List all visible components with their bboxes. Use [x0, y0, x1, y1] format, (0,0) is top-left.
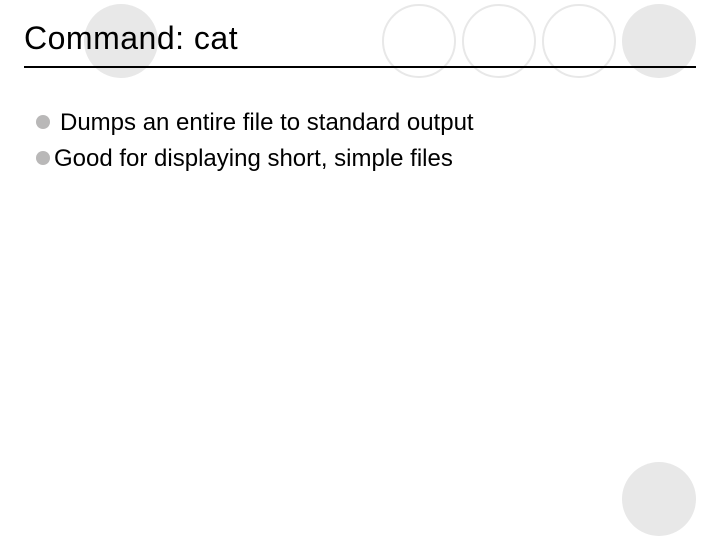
bullet-icon — [36, 151, 50, 165]
deco-circle-icon — [622, 462, 696, 536]
bullet-icon — [36, 115, 50, 129]
bullet-text: Dumps an entire file to standard output — [60, 108, 474, 138]
title-underline — [24, 66, 696, 68]
list-item: Dumps an entire file to standard output — [36, 108, 684, 138]
bullet-text: Good for displaying short, simple files — [54, 144, 453, 174]
list-item: Good for displaying short, simple files — [36, 144, 684, 174]
slide-content: Dumps an entire file to standard output … — [36, 108, 684, 180]
slide-title: Command: cat — [24, 20, 238, 57]
decorative-circles — [0, 0, 720, 540]
